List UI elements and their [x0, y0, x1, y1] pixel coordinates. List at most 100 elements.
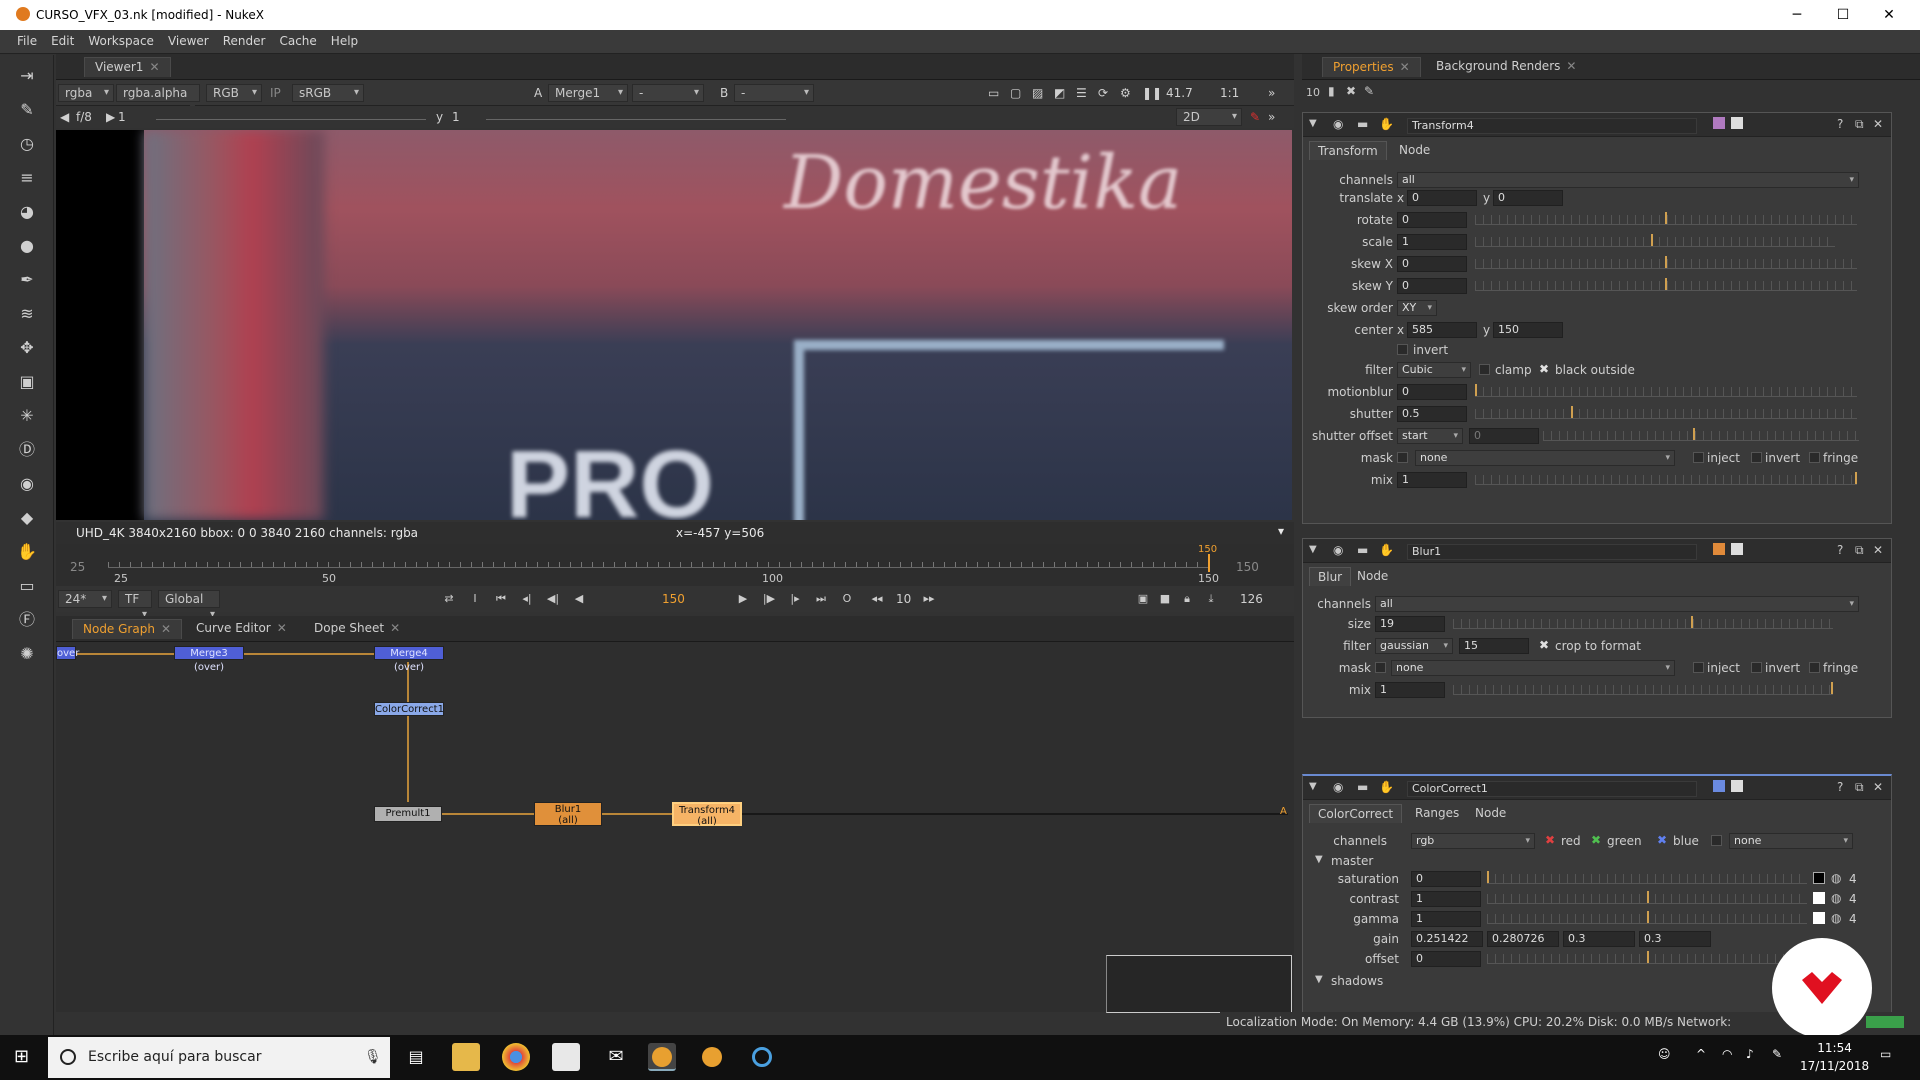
tab-node[interactable]: Node — [1467, 804, 1514, 822]
node-over[interactable]: over — [56, 646, 79, 660]
node-transform4[interactable]: Transform4 (all) — [672, 802, 742, 827]
node-colorcorrect1[interactable]: ColorCorrect1 — [374, 702, 444, 716]
microphone-icon[interactable]: 🎙︎ — [364, 1037, 382, 1078]
transform-icon[interactable]: ✥ — [16, 337, 38, 359]
mask-checkbox[interactable] — [1397, 452, 1408, 463]
volume-icon[interactable]: ♪ — [1746, 1047, 1754, 1061]
menu-file[interactable]: File — [10, 30, 44, 52]
help-icon[interactable]: ? — [1837, 117, 1843, 131]
color-picker-icon[interactable]: ✋ — [1379, 780, 1394, 794]
font-color-swatch[interactable] — [1731, 543, 1743, 555]
font-color-swatch[interactable] — [1731, 117, 1743, 129]
other-icon[interactable]: ▭ — [16, 575, 38, 597]
file-explorer-icon[interactable] — [452, 1043, 480, 1071]
wipe-icon[interactable]: ◩ — [1054, 84, 1065, 102]
collapse-icon[interactable]: ▼ — [1309, 781, 1317, 792]
contrast-slider[interactable] — [1487, 891, 1807, 904]
filter-dropdown[interactable]: gaussian — [1375, 638, 1453, 654]
menu-viewer[interactable]: Viewer — [161, 30, 216, 52]
last-frame-icon[interactable]: ⏭ — [812, 590, 830, 608]
gamma-slider[interactable] — [1487, 911, 1807, 924]
pause-icon[interactable]: ❚❚ — [1142, 84, 1162, 102]
menu-workspace[interactable]: Workspace — [81, 30, 161, 52]
node-blur1[interactable]: Blur1 (all) — [534, 802, 602, 826]
channels-dropdown[interactable]: all — [1397, 172, 1859, 188]
filter-quality[interactable]: 15 — [1459, 638, 1529, 654]
step-forward-icon[interactable]: ▸▸ — [920, 590, 938, 608]
roi-icon[interactable]: ▭ — [988, 84, 999, 102]
collapse-icon[interactable]: ▼ — [1309, 118, 1317, 129]
mask-invert-checkbox[interactable] — [1751, 452, 1762, 463]
menu-help[interactable]: Help — [324, 30, 365, 52]
input-a-dropdown[interactable]: Merge1 — [548, 84, 628, 102]
gain-g[interactable]: 0.280726 — [1487, 931, 1559, 947]
pen-icon[interactable]: ✎ — [1772, 1047, 1782, 1061]
close-tab-icon[interactable]: ✕ — [390, 621, 400, 635]
tab-viewer1[interactable]: Viewer1 ✕ — [84, 57, 171, 77]
translate-x[interactable]: 0 — [1407, 190, 1477, 206]
color-swatch[interactable] — [1813, 912, 1825, 924]
gain-a[interactable]: 0.3 — [1639, 931, 1711, 947]
timeline[interactable]: 25 25 50 100 150 150 150 — [56, 544, 1294, 586]
mix-input[interactable]: 1 — [1397, 472, 1467, 488]
task-view-icon[interactable]: ▤ — [402, 1043, 430, 1071]
taskbar-search[interactable]: Escribe aquí para buscar 🎙︎ — [48, 1037, 390, 1078]
shutter-slider[interactable] — [1475, 406, 1857, 419]
crop-to-format-check[interactable]: ✖ — [1539, 638, 1549, 652]
maximize-button[interactable]: ☐ — [1820, 0, 1866, 30]
node-merge3[interactable]: Merge3 (over) — [174, 646, 244, 673]
color-icon[interactable]: ◕ — [16, 201, 38, 223]
gamma-slider[interactable] — [486, 114, 786, 120]
layers-icon[interactable]: ☰ — [1076, 84, 1087, 102]
blue-check[interactable]: ✖ — [1657, 833, 1667, 847]
green-check[interactable]: ✖ — [1591, 833, 1601, 847]
float-icon[interactable]: ⧉ — [1855, 780, 1864, 795]
rotate-input[interactable]: 0 — [1397, 212, 1467, 228]
particles-icon[interactable]: ✳ — [16, 405, 38, 427]
mix-slider[interactable] — [1453, 682, 1833, 695]
skewy-slider[interactable] — [1475, 278, 1857, 291]
shutter-input[interactable]: 0.5 — [1397, 406, 1467, 422]
center-node-icon[interactable]: ▬ — [1357, 117, 1368, 131]
metadata-icon[interactable]: ◆ — [16, 507, 38, 529]
gamma-input[interactable]: 1 — [1411, 911, 1481, 927]
keyer-icon[interactable]: ✒ — [16, 269, 38, 291]
color-wheel-icon[interactable]: ◍ — [1831, 871, 1841, 885]
paint-icon[interactable]: ✎ — [1250, 108, 1260, 126]
clamp-checkbox[interactable] — [1479, 364, 1490, 375]
menu-cache[interactable]: Cache — [272, 30, 323, 52]
size-input[interactable]: 19 — [1375, 616, 1445, 632]
help-icon[interactable]: ? — [1837, 543, 1843, 557]
channels-dropdown[interactable]: all — [1375, 596, 1859, 612]
channels-dropdown[interactable]: rgba — [58, 84, 114, 102]
tab-dope-sheet[interactable]: Dope Sheet ✕ — [304, 619, 410, 639]
color-wheel-icon[interactable]: ◍ — [1831, 891, 1841, 905]
nuke-alt-taskbar-icon[interactable] — [698, 1043, 726, 1071]
max-panels[interactable]: 10 — [1306, 86, 1320, 99]
alpha-dropdown[interactable]: rgba.alpha — [116, 84, 200, 117]
mail-icon[interactable]: ✉ — [602, 1043, 630, 1071]
gain-slider[interactable] — [156, 114, 426, 120]
motionblur-slider[interactable] — [1475, 384, 1857, 397]
toolsets-icon[interactable]: ✋ — [16, 541, 38, 563]
color-wheel-icon[interactable]: ◍ — [1831, 911, 1841, 925]
rotate-slider[interactable] — [1475, 212, 1857, 225]
inject-checkbox[interactable] — [1693, 452, 1704, 463]
font-color-swatch[interactable] — [1731, 780, 1743, 792]
views-icon[interactable]: ◉ — [16, 473, 38, 495]
mask-dropdown[interactable]: none — [1415, 450, 1675, 466]
saturation-input[interactable]: 0 — [1411, 871, 1481, 887]
tab-background-renders[interactable]: Background Renders ✕ — [1426, 57, 1586, 77]
motionblur-input[interactable]: 0 — [1397, 384, 1467, 400]
menu-edit[interactable]: Edit — [44, 30, 81, 52]
first-frame-icon[interactable]: ⏮ — [492, 590, 510, 608]
shutter-offset-slider[interactable] — [1543, 428, 1859, 441]
close-tab-icon[interactable]: ✕ — [149, 60, 159, 74]
fstop-value[interactable]: f/8 — [76, 108, 92, 126]
network-icon[interactable]: ◠ — [1722, 1047, 1732, 1061]
tab-curve-editor[interactable]: Curve Editor ✕ — [186, 619, 297, 639]
scale-input[interactable]: 1 — [1397, 234, 1467, 250]
blur1-name[interactable]: Blur1 — [1407, 544, 1697, 560]
ip-button[interactable]: IP — [270, 84, 281, 102]
channels-dropdown[interactable]: rgb — [1411, 833, 1535, 849]
